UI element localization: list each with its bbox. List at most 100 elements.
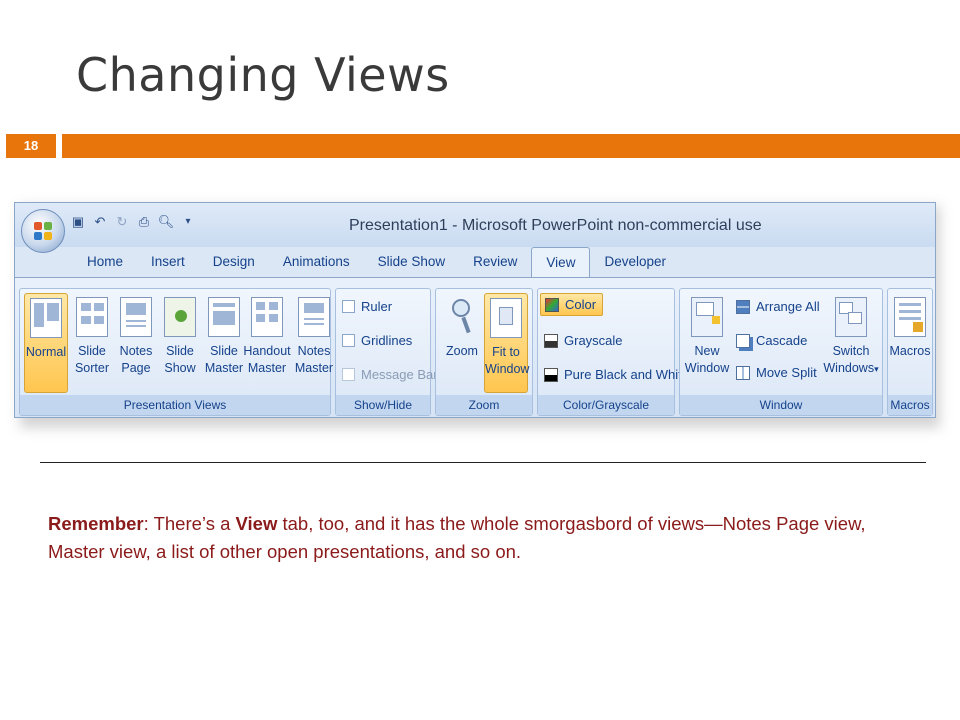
ribbon-screenshot: ▣ ↶ ↻ ⎙ 🔍︎ ▾ Presentation1 - Microsoft P… bbox=[14, 202, 936, 418]
fit-to-window-button[interactable]: Fit to Window bbox=[484, 293, 530, 393]
group-label-show-hide: Show/Hide bbox=[336, 395, 430, 415]
handout-master-label: Handout Master bbox=[243, 344, 291, 375]
switch-windows-button[interactable]: Switch Windows▾ bbox=[822, 293, 880, 393]
cascade-button[interactable]: Cascade bbox=[736, 333, 807, 348]
switch-windows-icon bbox=[835, 297, 867, 337]
arrange-all-icon bbox=[736, 299, 750, 314]
macros-label: Macros bbox=[889, 344, 931, 358]
notes-master-label: Notes Master bbox=[294, 344, 334, 375]
pure-black-white-label: Pure Black and White bbox=[564, 367, 690, 382]
black-white-swatch-icon bbox=[544, 367, 558, 382]
message-bar-label: Message Bar bbox=[361, 367, 438, 382]
group-zoom: Zoom Fit to Window Zoom bbox=[435, 288, 533, 416]
group-label-zoom: Zoom bbox=[436, 395, 532, 415]
normal-view-button[interactable]: Normal bbox=[24, 293, 68, 393]
notes-page-icon bbox=[120, 297, 152, 337]
gridlines-checkbox-box bbox=[342, 334, 355, 347]
print-icon[interactable]: ⎙ bbox=[135, 213, 153, 231]
color-swatch-icon bbox=[545, 297, 559, 312]
ribbon-body: Normal Slide Sorter Notes Page Slide Sho… bbox=[15, 277, 935, 417]
fit-to-window-icon bbox=[490, 298, 522, 338]
group-color-grayscale: Color Grayscale Pure Black and White Col… bbox=[537, 288, 689, 416]
slide-number: 18 bbox=[6, 134, 56, 158]
move-split-button[interactable]: Move Split bbox=[736, 365, 817, 380]
header-accent-bar bbox=[62, 134, 960, 158]
color-button[interactable]: Color bbox=[540, 293, 604, 316]
new-window-button[interactable]: New Window bbox=[682, 293, 732, 393]
notes-page-label: Notes Page bbox=[119, 344, 153, 375]
tab-animations[interactable]: Animations bbox=[269, 247, 364, 277]
note-lead: Remember bbox=[48, 513, 144, 534]
group-label-window: Window bbox=[680, 395, 882, 415]
normal-view-label: Normal bbox=[25, 345, 67, 359]
divider-line bbox=[40, 462, 926, 463]
note-text: Remember: There’s a View tab, too, and i… bbox=[48, 510, 908, 566]
slide-show-button[interactable]: Slide Show bbox=[158, 293, 202, 393]
zoom-label: Zoom bbox=[446, 344, 478, 358]
handout-master-button[interactable]: Handout Master bbox=[242, 293, 292, 393]
ruler-label: Ruler bbox=[361, 299, 393, 314]
window-title: Presentation1 - Microsoft PowerPoint non… bbox=[349, 217, 762, 234]
note-emph: View bbox=[235, 513, 278, 534]
tab-insert[interactable]: Insert bbox=[137, 247, 199, 277]
customize-icon[interactable]: ▾ bbox=[179, 213, 197, 231]
move-split-label: Move Split bbox=[756, 365, 817, 380]
slide-sorter-button[interactable]: Slide Sorter bbox=[70, 293, 114, 393]
ruler-checkbox-box bbox=[342, 300, 355, 313]
slide-sorter-icon bbox=[76, 297, 108, 337]
tab-design[interactable]: Design bbox=[199, 247, 269, 277]
grayscale-swatch-icon bbox=[544, 333, 558, 348]
note-part1: : There’s a bbox=[143, 513, 236, 534]
save-icon[interactable]: ▣ bbox=[69, 213, 87, 231]
new-window-icon bbox=[691, 297, 723, 337]
group-show-hide: Ruler Gridlines Message Bar Show/Hide bbox=[335, 288, 438, 416]
arrange-all-button[interactable]: Arrange All bbox=[736, 299, 820, 314]
slide-master-icon bbox=[208, 297, 240, 337]
gridlines-label: Gridlines bbox=[361, 333, 413, 348]
fit-to-window-label: Fit to Window bbox=[485, 345, 530, 376]
grayscale-label: Grayscale bbox=[564, 333, 623, 348]
group-label-color-grayscale: Color/Grayscale bbox=[538, 395, 674, 415]
notes-page-button[interactable]: Notes Page bbox=[114, 293, 158, 393]
title-bar: ▣ ↶ ↻ ⎙ 🔍︎ ▾ Presentation1 - Microsoft P… bbox=[15, 203, 935, 253]
group-window: New Window Arrange All Cascade Move Spli… bbox=[679, 288, 883, 416]
group-label-presentation-views: Presentation Views bbox=[20, 395, 330, 415]
new-window-label: New Window bbox=[684, 344, 730, 375]
slide-show-label: Slide Show bbox=[164, 344, 196, 375]
slide-master-button[interactable]: Slide Master bbox=[202, 293, 246, 393]
print-preview-icon[interactable]: 🔍︎ bbox=[157, 213, 175, 231]
quick-access-toolbar: ▣ ↶ ↻ ⎙ 🔍︎ ▾ bbox=[69, 213, 197, 231]
gridlines-checkbox[interactable]: Gridlines bbox=[342, 333, 412, 348]
notes-master-button[interactable]: Notes Master bbox=[292, 293, 336, 393]
slide-sorter-label: Slide Sorter bbox=[74, 344, 110, 375]
group-macros: Macros Macros bbox=[887, 288, 933, 416]
redo-icon[interactable]: ↻ bbox=[113, 213, 131, 231]
chevron-down-icon: ▾ bbox=[874, 363, 879, 374]
office-logo-icon bbox=[34, 222, 52, 240]
ruler-checkbox[interactable]: Ruler bbox=[342, 299, 392, 314]
tab-view[interactable]: View bbox=[531, 247, 591, 277]
color-label: Color bbox=[565, 297, 597, 312]
undo-icon[interactable]: ↶ bbox=[91, 213, 109, 231]
tab-home[interactable]: Home bbox=[73, 247, 137, 277]
ribbon-tabs: Home Insert Design Animations Slide Show… bbox=[73, 247, 680, 277]
tab-slide-show[interactable]: Slide Show bbox=[364, 247, 460, 277]
arrange-all-label: Arrange All bbox=[756, 299, 820, 314]
tab-developer[interactable]: Developer bbox=[590, 247, 680, 277]
message-bar-checkbox[interactable]: Message Bar bbox=[342, 367, 438, 382]
normal-view-icon bbox=[30, 298, 62, 338]
notes-master-icon bbox=[298, 297, 330, 337]
zoom-button[interactable]: Zoom bbox=[440, 293, 484, 393]
slide-title: Changing Views bbox=[76, 48, 450, 102]
move-split-icon bbox=[736, 365, 750, 380]
grayscale-button[interactable]: Grayscale bbox=[544, 333, 623, 348]
office-button[interactable] bbox=[21, 209, 65, 253]
message-bar-checkbox-box bbox=[342, 368, 355, 381]
tab-review[interactable]: Review bbox=[459, 247, 531, 277]
slide-master-label: Slide Master bbox=[204, 344, 244, 375]
slide-show-icon bbox=[164, 297, 196, 337]
switch-windows-label: Switch Windows▾ bbox=[823, 344, 878, 375]
macros-button[interactable]: Macros bbox=[888, 293, 932, 393]
pure-black-white-button[interactable]: Pure Black and White bbox=[544, 367, 689, 382]
group-presentation-views: Normal Slide Sorter Notes Page Slide Sho… bbox=[19, 288, 333, 416]
